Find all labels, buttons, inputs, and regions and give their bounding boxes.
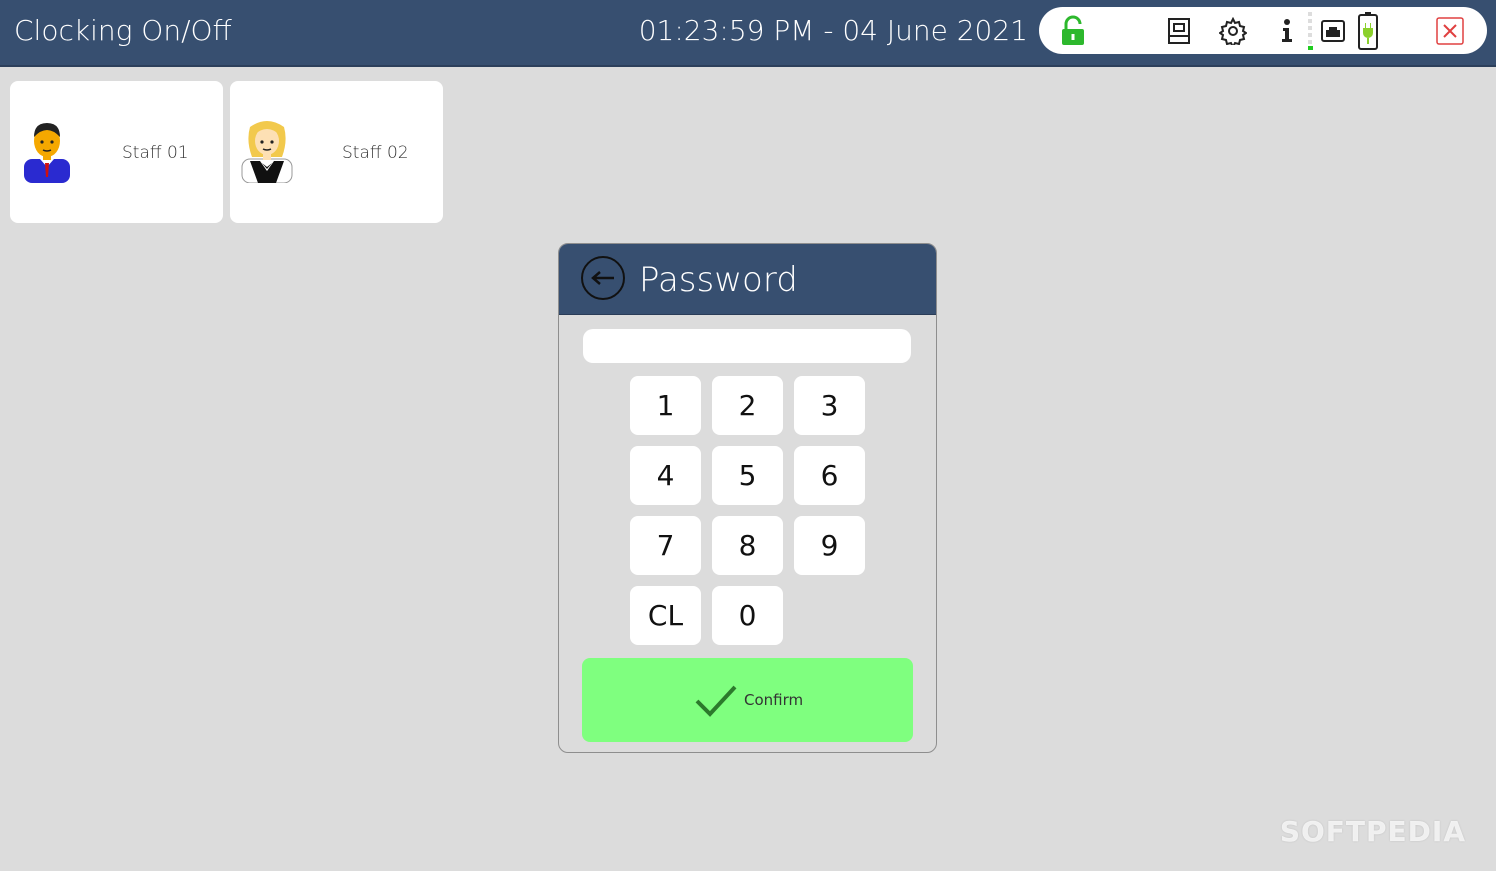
battery-icon <box>1352 12 1384 50</box>
top-bar: Clocking On/Off 01:23:59 PM - 04 June 20… <box>0 0 1496 67</box>
key-0[interactable]: 0 <box>712 586 783 645</box>
info-icon[interactable] <box>1271 15 1303 47</box>
password-input[interactable] <box>583 329 911 363</box>
watermark: SOFTPEDIA <box>1279 815 1466 848</box>
key-1[interactable]: 1 <box>630 376 701 435</box>
man-avatar-icon <box>20 121 74 183</box>
unlock-icon[interactable] <box>1057 15 1089 47</box>
dialog-title: Password <box>639 260 798 300</box>
password-dialog: Password 1 2 3 4 5 6 7 8 9 CL 0 Confirm <box>558 243 937 753</box>
key-2[interactable]: 2 <box>712 376 783 435</box>
back-arrow-icon[interactable] <box>581 256 625 300</box>
staff-card-1[interactable]: Staff 01 <box>10 81 223 223</box>
checkmark-icon <box>695 685 737 717</box>
staff-name: Staff 01 <box>122 143 189 163</box>
status-bar <box>1039 7 1487 54</box>
key-8[interactable]: 8 <box>712 516 783 575</box>
key-6[interactable]: 6 <box>794 446 865 505</box>
key-5[interactable]: 5 <box>712 446 783 505</box>
signal-icon <box>1305 12 1315 50</box>
app-title: Clocking On/Off <box>14 14 232 47</box>
gear-icon[interactable] <box>1217 15 1249 47</box>
woman-avatar-icon <box>240 121 294 184</box>
key-9[interactable]: 9 <box>794 516 865 575</box>
close-icon[interactable] <box>1434 15 1466 47</box>
key-4[interactable]: 4 <box>630 446 701 505</box>
key-7[interactable]: 7 <box>630 516 701 575</box>
confirm-label: Confirm <box>744 691 804 709</box>
staff-name: Staff 02 <box>342 143 409 163</box>
dialog-header: Password <box>559 244 936 315</box>
datetime-display: 01:23:59 PM - 04 June 2021 <box>638 14 1028 47</box>
register-icon[interactable] <box>1163 15 1195 47</box>
key-clear[interactable]: CL <box>630 586 701 645</box>
staff-card-2[interactable]: Staff 02 <box>230 81 443 223</box>
network-icon <box>1317 15 1349 47</box>
confirm-button[interactable]: Confirm <box>582 658 913 742</box>
key-3[interactable]: 3 <box>794 376 865 435</box>
